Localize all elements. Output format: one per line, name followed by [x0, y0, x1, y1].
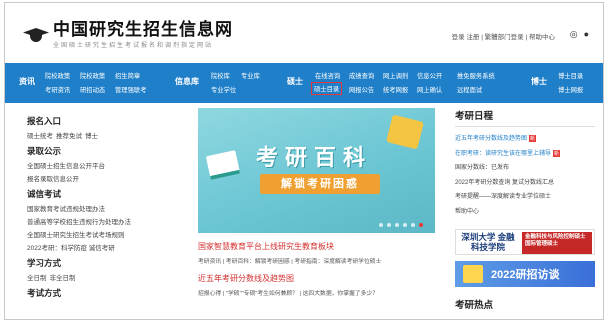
- news-meta[interactable]: 招报心得 | "学硕""专硕"考生如何兼顾？ | 这四大数据，你掌握了多少？: [198, 288, 443, 297]
- section-luqu: 录取公示 全国硕士招生信息公开平台 报名录取信息公开: [27, 145, 177, 183]
- nav-title-boshi[interactable]: 博士: [531, 76, 547, 87]
- carousel-dots: [379, 223, 423, 227]
- link[interactable]: 全日制: [27, 272, 47, 282]
- banner-subtitle: 解锁考研困惑: [260, 174, 380, 194]
- carousel-dot-active[interactable]: [419, 223, 423, 227]
- link[interactable]: 报名录取信息公开: [27, 173, 79, 183]
- logo-title: 中国研究生招生信息网: [53, 20, 233, 39]
- top-links: 登录 注册 | 繁體部门登录 | 帮助中心: [452, 31, 555, 41]
- schedule-item[interactable]: 在职考研：读研究生该在哪里上辅导新: [455, 148, 595, 157]
- nav-item[interactable]: 推免服务系统: [457, 71, 495, 80]
- nav-item[interactable]: 远程面试: [457, 85, 482, 94]
- hero-banner[interactable]: 考研百科 解锁考研困惑: [198, 108, 435, 233]
- news-headline[interactable]: 近五年考研分数线及趋势图: [198, 273, 443, 284]
- szu-ad-banner[interactable]: 深圳大学 金融科技学院 金融科技与风险控制硕士 国际管理硕士: [455, 229, 595, 255]
- ad-school-name: 深圳大学 金融科技学院: [461, 232, 515, 252]
- link[interactable]: 推荐免试: [56, 130, 82, 140]
- news-meta[interactable]: 考研资讯 | 考研百科：解锁考研困惑 | 考研指南：深度解读考研学位硕士: [198, 256, 443, 265]
- nav-title-shuoshi[interactable]: 硕士: [287, 76, 303, 87]
- new-badge: 新: [529, 135, 537, 142]
- section-baoming: 报名入口 硕士统考 推荐免试 博士: [27, 115, 177, 140]
- hot-topics-title: 考研热点: [455, 300, 494, 311]
- link[interactable]: 国家教育考试违规处理办法: [27, 203, 105, 213]
- section-title: 考试方式: [27, 288, 62, 298]
- browser-viewport: 中国研究生招生信息网 全国硕士研究生招生考试报名和调剂指定网站 登录 注册 | …: [4, 2, 604, 320]
- carousel-dot[interactable]: [403, 223, 407, 227]
- carousel-dot[interactable]: [411, 223, 415, 227]
- schedule-item[interactable]: 2022年考研分数查询 复试分数线汇总: [455, 177, 595, 186]
- nav-item[interactable]: 管理强联考: [115, 85, 146, 94]
- book-illustration: [386, 114, 424, 150]
- interview-ad-banner[interactable]: 2022研招访谈: [455, 261, 595, 287]
- panel-title: 考研日程: [455, 108, 595, 127]
- site-logo[interactable]: 中国研究生招生信息网 全国硕士研究生招生考试报名和调剂指定网站: [23, 21, 233, 49]
- schedule-item[interactable]: 国家分数线：已发布: [455, 162, 595, 171]
- left-sidebar: 报名入口 硕士统考 推荐免试 博士 录取公示 全国硕士招生信息公开平台 报名录取…: [27, 115, 177, 304]
- nav-item[interactable]: 院校政策: [45, 71, 70, 80]
- nav-item[interactable]: 院校政策: [80, 71, 105, 80]
- link[interactable]: 全国硕士研究生招生考试考场规则: [27, 229, 125, 239]
- schedule-panel: 考研日程 近五年考研分数线及趋势图新 在职考研：读研究生该在哪里上辅导新 国家分…: [455, 108, 595, 220]
- carousel-dot[interactable]: [395, 223, 399, 227]
- nav-item[interactable]: 网上调剂: [383, 71, 408, 80]
- top-link-text[interactable]: 登录 注册 | 繁體部门登录 | 帮助中心: [452, 31, 555, 41]
- nav-title-xinxiku[interactable]: 信息库: [175, 76, 199, 87]
- site-header: 中国研究生招生信息网 全国硕士研究生招生考试报名和调剂指定网站 登录 注册 | …: [5, 3, 603, 63]
- nav-item[interactable]: 招生简章: [115, 71, 140, 80]
- section-title: 诚信考试: [27, 189, 62, 199]
- nav-item[interactable]: 成绩查询: [349, 71, 374, 80]
- section-kaoshi: 考试方式: [27, 287, 177, 299]
- nav-item[interactable]: 专业学位: [211, 85, 236, 94]
- nav-item[interactable]: 网报公告: [349, 85, 374, 94]
- ad-title: 2022研招访谈: [491, 269, 560, 281]
- section-chengxin: 诚信考试 国家教育考试违规处理办法 普通高等学校招生违规行为处理办法 全国硕士研…: [27, 188, 177, 252]
- ad-program-name: 金融科技与风险控制硕士 国际管理硕士: [522, 232, 592, 254]
- nav-title-zixun[interactable]: 资讯: [19, 76, 35, 87]
- nav-item[interactable]: 网上确认: [417, 85, 442, 94]
- banner-title: 考研百科: [256, 145, 373, 170]
- nav-item[interactable]: 考研资讯: [45, 85, 70, 94]
- news-list: 国家智慧教育平台上线研究生教育板块 考研资讯 | 考研百科：解锁考研困惑 | 考…: [198, 241, 443, 305]
- link[interactable]: 2022考研：科学防疫 诚信考研: [27, 242, 115, 252]
- schedule-item[interactable]: 帮助中心: [455, 206, 595, 215]
- section-title: 报名入口: [27, 116, 62, 126]
- nav-item[interactable]: 博士网报: [558, 85, 583, 94]
- main-nav: 资讯 院校政策 院校政策 招生简章 考研资讯 研招动态 管理强联考 信息库 院校…: [5, 63, 603, 103]
- nav-item[interactable]: 博士目录: [558, 71, 583, 80]
- section-title: 录取公示: [27, 146, 62, 156]
- nav-item[interactable]: 研招动态: [80, 85, 105, 94]
- link[interactable]: 全国硕士招生信息公开平台: [27, 160, 105, 170]
- link[interactable]: 硕士统考: [27, 130, 53, 140]
- nav-item[interactable]: 信息公开: [417, 71, 442, 80]
- book-illustration: [205, 150, 241, 180]
- schedule-item[interactable]: 近五年考研分数线及趋势图新: [455, 133, 595, 142]
- nav-item[interactable]: 统考网报: [383, 85, 408, 94]
- carousel-dot[interactable]: [387, 223, 391, 227]
- nav-item[interactable]: 在线咨询: [315, 71, 340, 80]
- nav-item-shuoshi-mulu[interactable]: 硕士目录: [311, 82, 343, 95]
- news-headline[interactable]: 国家智慧教育平台上线研究生教育板块: [198, 241, 443, 252]
- link[interactable]: 博士: [85, 130, 98, 140]
- social-icons: ◎ ●: [570, 29, 589, 40]
- graduation-cap-icon: [23, 26, 49, 44]
- schedule-item[interactable]: 考研提醒——深度解读专业学位硕士: [455, 191, 595, 200]
- section-xuexi: 学习方式 全日制 非全日制: [27, 257, 177, 282]
- carousel-dot[interactable]: [379, 223, 383, 227]
- link[interactable]: 非全日制: [50, 272, 76, 282]
- link[interactable]: 普通高等学校招生违规行为处理办法: [27, 216, 131, 226]
- nav-item[interactable]: 院校库: [211, 71, 230, 80]
- wechat-icon[interactable]: ●: [584, 29, 589, 40]
- section-title: 学习方式: [27, 258, 62, 268]
- logo-subtitle: 全国硕士研究生招生考试报名和调剂指定网站: [53, 43, 214, 49]
- interview-icon: [463, 265, 483, 283]
- weibo-icon[interactable]: ◎: [570, 29, 578, 40]
- new-badge: 新: [553, 149, 561, 157]
- nav-item[interactable]: 专业库: [241, 71, 260, 80]
